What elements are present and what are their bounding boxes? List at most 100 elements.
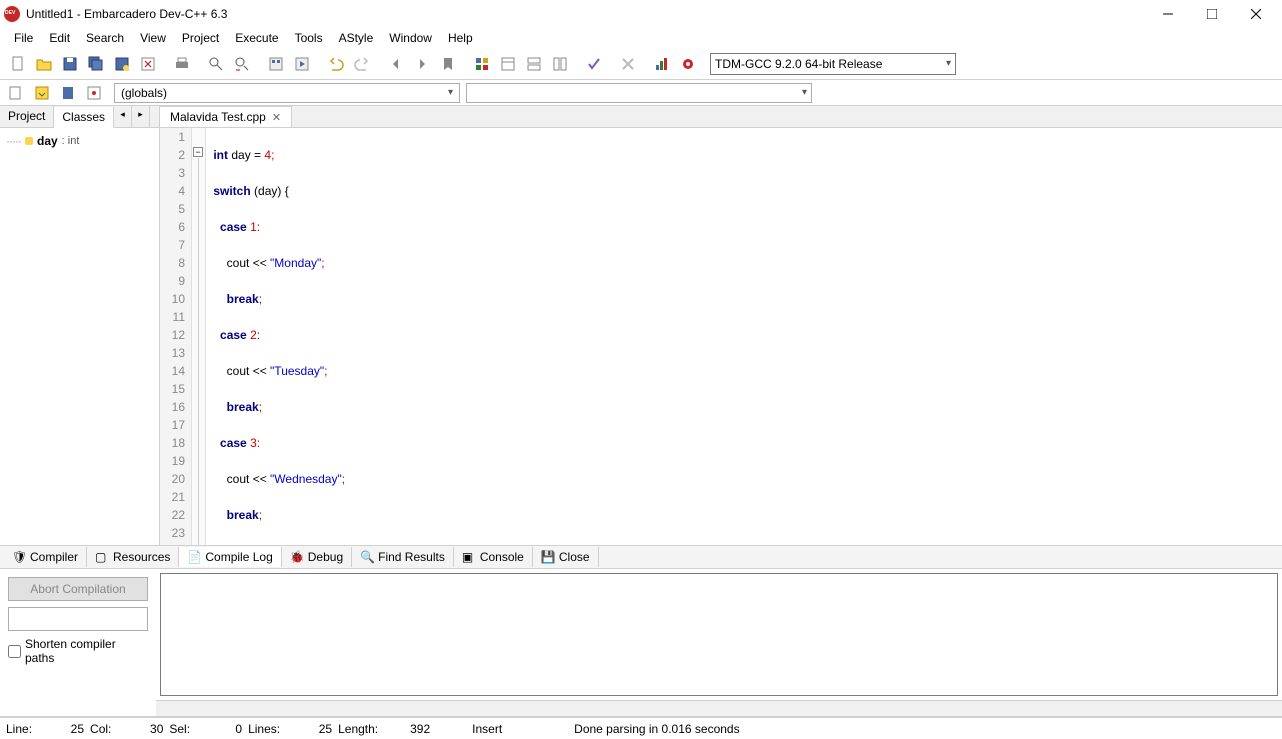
tab-console[interactable]: ▣Console — [454, 547, 533, 567]
tile-v-icon[interactable] — [548, 52, 572, 76]
compiler-select[interactable]: TDM-GCC 9.2.0 64-bit Release ▾ — [710, 53, 956, 75]
check-icon[interactable] — [582, 52, 606, 76]
class-tree[interactable]: ····· day : int — [0, 128, 159, 154]
save-icon[interactable] — [58, 52, 82, 76]
status-line-value: 25 — [38, 722, 84, 736]
forward-icon[interactable] — [410, 52, 434, 76]
back-icon[interactable] — [384, 52, 408, 76]
sidebar: Project Classes ◂ ▸ ····· day : int — [0, 106, 160, 545]
file-tab-active[interactable]: Malavida Test.cpp ✕ — [160, 106, 292, 127]
editor-area: Malavida Test.cpp ✕ 1 2 3 4 5 6 7 8 9 10… — [160, 106, 1282, 545]
replace-icon[interactable] — [230, 52, 254, 76]
profile-icon[interactable] — [650, 52, 674, 76]
run-icon[interactable] — [290, 52, 314, 76]
globals-select[interactable]: (globals) ▾ — [114, 83, 460, 103]
tab-compiler[interactable]: 🛡Compiler — [4, 547, 87, 567]
find-icon[interactable] — [204, 52, 228, 76]
menu-help[interactable]: Help — [440, 29, 481, 47]
code-line[interactable]: cout << "Wednesday"; — [210, 470, 1282, 488]
menu-astyle[interactable]: AStyle — [331, 29, 382, 47]
blank-button[interactable] — [8, 607, 148, 631]
insert-icon[interactable] — [30, 81, 54, 105]
close-button[interactable] — [1234, 0, 1278, 28]
code-line[interactable]: case 3: — [210, 434, 1282, 452]
code-line[interactable]: cout << "Monday"; — [210, 254, 1282, 272]
undo-icon[interactable] — [324, 52, 348, 76]
tab-classes[interactable]: Classes — [54, 107, 114, 128]
compile-icon[interactable] — [264, 52, 288, 76]
line-number: 15 — [160, 380, 185, 398]
bookmark-icon[interactable] — [436, 52, 460, 76]
line-number: 1 — [160, 128, 185, 146]
code-line[interactable]: break; — [210, 398, 1282, 416]
close-file-icon[interactable] — [136, 52, 160, 76]
horizontal-scrollbar[interactable] — [156, 700, 1282, 716]
status-sel-label: Sel: — [169, 722, 190, 736]
open-icon[interactable] — [32, 52, 56, 76]
save-all-icon[interactable] — [84, 52, 108, 76]
code-line[interactable]: break; — [210, 506, 1282, 524]
fold-toggle-icon[interactable]: − — [193, 147, 203, 157]
file-tabs: Malavida Test.cpp ✕ — [160, 106, 1282, 128]
tree-item-day[interactable]: ····· day : int — [6, 134, 153, 148]
maximize-button[interactable] — [1190, 0, 1234, 28]
menu-execute[interactable]: Execute — [227, 29, 286, 47]
code-line[interactable]: cout << "Tuesday"; — [210, 362, 1282, 380]
tab-debug[interactable]: 🐞Debug — [282, 547, 352, 567]
tab-project[interactable]: Project — [0, 106, 54, 127]
tab-next-icon[interactable]: ▸ — [132, 106, 150, 127]
main-toolbar: TDM-GCC 9.2.0 64-bit Release ▾ — [0, 48, 1282, 80]
tab-find-results[interactable]: 🔍Find Results — [352, 547, 454, 567]
menu-window[interactable]: Window — [381, 29, 440, 47]
chevron-down-icon: ▾ — [802, 87, 807, 98]
debug-icon[interactable] — [676, 52, 700, 76]
menu-file[interactable]: File — [6, 29, 41, 47]
code-body[interactable]: int day = 4; switch (day) { case 1: cout… — [206, 128, 1282, 545]
symbol-select[interactable]: ▾ — [466, 83, 812, 103]
grid-icon[interactable] — [470, 52, 494, 76]
tab-compile-log[interactable]: 📄Compile Log — [179, 547, 281, 567]
save-as-icon[interactable] — [110, 52, 134, 76]
line-number: 2 — [160, 146, 185, 164]
menu-edit[interactable]: Edit — [41, 29, 78, 47]
menu-project[interactable]: Project — [174, 29, 227, 47]
new-class-icon[interactable] — [4, 81, 28, 105]
stop-icon[interactable] — [616, 52, 640, 76]
code-line[interactable]: break; — [210, 290, 1282, 308]
checkbox-icon[interactable] — [8, 645, 21, 658]
compile-log-output[interactable] — [160, 573, 1278, 696]
new-file-icon[interactable] — [6, 52, 30, 76]
bookmark2-icon[interactable] — [56, 81, 80, 105]
tab-prev-icon[interactable]: ◂ — [114, 106, 132, 127]
fold-column[interactable]: − — [192, 128, 206, 545]
close-tab-icon[interactable]: ✕ — [272, 111, 281, 124]
status-line-label: Line: — [6, 722, 32, 736]
status-col-value: 30 — [117, 722, 163, 736]
line-number: 5 — [160, 200, 185, 218]
tab-resources[interactable]: ▢Resources — [87, 547, 179, 567]
menu-view[interactable]: View — [132, 29, 174, 47]
code-editor[interactable]: 1 2 3 4 5 6 7 8 9 10 11 12 13 14 15 16 1… — [160, 128, 1282, 545]
code-line[interactable]: case 1: — [210, 218, 1282, 236]
goto-icon[interactable] — [82, 81, 106, 105]
code-line[interactable]: case 2: — [210, 326, 1282, 344]
tree-connector-icon: ····· — [6, 134, 21, 148]
tab-close[interactable]: 💾Close — [533, 547, 599, 567]
status-sel-value: 0 — [196, 722, 242, 736]
box-icon: ▢ — [95, 550, 109, 564]
menu-bar: File Edit Search View Project Execute To… — [0, 28, 1282, 48]
menu-search[interactable]: Search — [78, 29, 132, 47]
abort-compilation-button[interactable]: Abort Compilation — [8, 577, 148, 601]
shorten-paths-checkbox[interactable]: Shorten compiler paths — [8, 637, 148, 665]
print-icon[interactable] — [170, 52, 194, 76]
code-line[interactable]: switch (day) { — [210, 182, 1282, 200]
menu-tools[interactable]: Tools — [287, 29, 331, 47]
tile-h-icon[interactable] — [522, 52, 546, 76]
globals-selected: (globals) — [121, 86, 167, 100]
minimize-button[interactable] — [1146, 0, 1190, 28]
redo-icon[interactable] — [350, 52, 374, 76]
code-line[interactable]: int day = 4; — [210, 146, 1282, 164]
window-icon[interactable] — [496, 52, 520, 76]
line-gutter: 1 2 3 4 5 6 7 8 9 10 11 12 13 14 15 16 1… — [160, 128, 192, 545]
line-number: 23 — [160, 524, 185, 542]
